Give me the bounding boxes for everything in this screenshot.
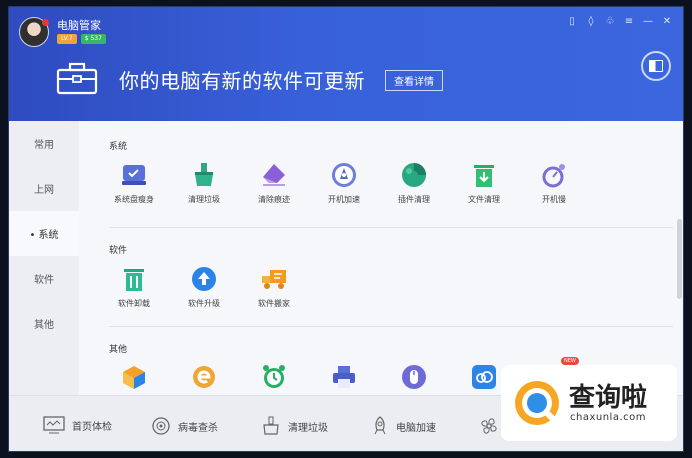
- category-sidebar: 常用 上网 • 系统 软件 其他: [9, 121, 79, 395]
- close-icon[interactable]: ✕: [661, 16, 673, 27]
- watermark-text: 查询啦: [569, 382, 648, 413]
- section-title-system: 系统: [109, 142, 128, 152]
- coin-badge[interactable]: $ 537: [80, 34, 106, 44]
- view-details-button[interactable]: 查看详情: [385, 70, 443, 91]
- broom-icon: [263, 416, 279, 435]
- tool-file-clean[interactable]: 文件清理: [449, 161, 519, 205]
- cube-icon: [120, 363, 148, 391]
- section-divider: [109, 326, 673, 327]
- update-headline: 你的电脑有新的软件可更新: [119, 69, 365, 93]
- rocket-icon: [330, 161, 358, 189]
- upgrade-icon: [190, 265, 218, 293]
- header-banner: 电脑管家 LV.7 $ 537 ▯ ◊ ♧ ≡ — ✕ 你的电脑有新的软件可更新…: [9, 7, 683, 121]
- sidebar-item-common[interactable]: 常用: [9, 121, 79, 166]
- tool-slow-boot[interactable]: 开机慢: [519, 161, 589, 205]
- sidebar-item-system[interactable]: • 系统: [9, 211, 79, 256]
- cloud-icon: [470, 363, 498, 391]
- bottom-item-home-check[interactable]: 首页体检: [43, 416, 112, 434]
- shield-icon[interactable]: ◊: [585, 16, 597, 27]
- tools-content: 系统 系统盘瘦身 清理垃圾 清除痕迹 开机加速 插件清理 文件清理 开机慢 软件…: [79, 121, 683, 395]
- app-name: 电脑管家: [57, 19, 101, 32]
- toggle-panel-icon[interactable]: [641, 51, 671, 81]
- sidebar-item-internet[interactable]: 上网: [9, 166, 79, 211]
- tool-clear-traces[interactable]: 清除痕迹: [239, 161, 309, 205]
- bottom-item-speed-up[interactable]: 电脑加速: [371, 416, 436, 436]
- uninstall-icon: [120, 265, 148, 293]
- bottom-item-clean-junk[interactable]: 清理垃圾: [261, 416, 328, 436]
- disk-slim-icon: [120, 161, 148, 189]
- eraser-icon: [260, 161, 288, 189]
- rocket-icon: [374, 416, 386, 435]
- window-controls: ▯ ◊ ♧ ≡ — ✕: [566, 16, 673, 27]
- tool-other-4[interactable]: [309, 363, 379, 391]
- monitor-check-icon: [43, 416, 65, 434]
- tool-other-5[interactable]: [379, 363, 449, 391]
- mouse-icon: [400, 363, 428, 391]
- puzzle-icon: [400, 161, 428, 189]
- tool-boot-speed[interactable]: 开机加速: [309, 161, 379, 205]
- main-window: 电脑管家 LV.7 $ 537 ▯ ◊ ♧ ≡ — ✕ 你的电脑有新的软件可更新…: [8, 6, 684, 452]
- tool-system-disk-slim[interactable]: 系统盘瘦身: [99, 161, 169, 205]
- section-title-software: 软件: [109, 246, 128, 256]
- site-watermark: 查询啦 chaxunla.com: [501, 365, 677, 441]
- phone-icon[interactable]: ▯: [566, 16, 578, 27]
- fan-icon: [481, 418, 497, 434]
- section-divider: [109, 227, 673, 228]
- virus-scan-icon: [152, 417, 170, 435]
- toolbox-icon: [56, 62, 98, 95]
- alarm-clock-icon: [260, 363, 288, 391]
- trash-file-icon: [470, 161, 498, 189]
- shirt-skin-icon[interactable]: ♧: [604, 16, 616, 27]
- minimize-icon[interactable]: —: [642, 16, 654, 27]
- tool-other-3[interactable]: [239, 363, 309, 391]
- bottom-item-virus-scan[interactable]: 病毒查杀: [151, 416, 218, 436]
- user-badges: LV.7 $ 537: [57, 34, 106, 44]
- tool-other-2[interactable]: [169, 363, 239, 391]
- move-truck-icon: [260, 265, 288, 293]
- avatar[interactable]: [19, 17, 49, 47]
- vertical-scrollbar[interactable]: [677, 219, 682, 299]
- watermark-url: chaxunla.com: [570, 411, 646, 423]
- watermark-logo: [515, 381, 559, 425]
- tool-uninstall[interactable]: 软件卸载: [99, 265, 169, 309]
- stopwatch-icon: [540, 161, 568, 189]
- tool-move-software[interactable]: 软件搬家: [239, 265, 309, 309]
- printer-icon: [330, 363, 358, 391]
- tool-clean-junk[interactable]: 清理垃圾: [169, 161, 239, 205]
- sidebar-item-other[interactable]: 其他: [9, 301, 79, 346]
- ie-browser-icon: [190, 363, 218, 391]
- menu-icon[interactable]: ≡: [623, 16, 635, 27]
- level-badge[interactable]: LV.7: [57, 34, 77, 44]
- sidebar-item-software[interactable]: 软件: [9, 256, 79, 301]
- notification-dot: [42, 19, 49, 26]
- broom-icon: [190, 161, 218, 189]
- tool-upgrade[interactable]: 软件升级: [169, 265, 239, 309]
- tool-other-1[interactable]: [99, 363, 169, 391]
- section-title-other: 其他: [109, 345, 128, 355]
- tool-plugin-clean[interactable]: 插件清理: [379, 161, 449, 205]
- new-tag: NEW: [561, 357, 579, 365]
